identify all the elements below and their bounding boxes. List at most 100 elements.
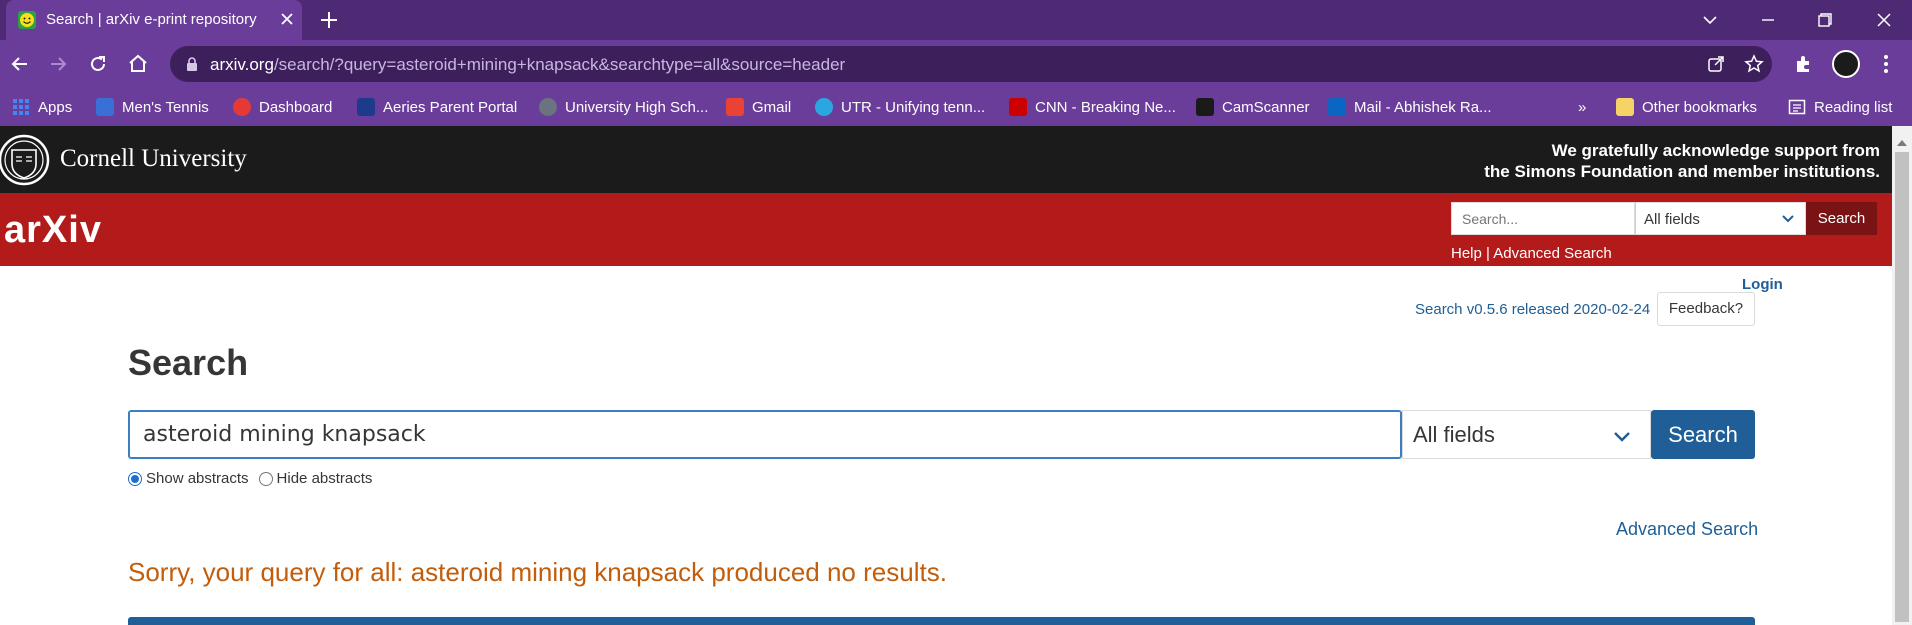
bookmark-label: UTR - Unifying tenn... bbox=[841, 98, 986, 116]
other-bookmarks-folder[interactable]: Other bookmarks bbox=[1616, 96, 1757, 118]
ack-line-2: the Simons Foundation and member institu… bbox=[1484, 162, 1880, 181]
header-search-box[interactable] bbox=[1451, 202, 1635, 235]
tab-search-chevron-icon[interactable] bbox=[1697, 7, 1723, 33]
bookmark-university-high[interactable]: University High Sch... bbox=[539, 96, 708, 118]
cnn-logo-icon bbox=[1009, 98, 1027, 116]
version-link[interactable]: Search v0.5.6 released 2020-02-24 bbox=[1415, 301, 1650, 318]
active-tab[interactable]: Search | arXiv e-print repository bbox=[6, 0, 302, 40]
bookmark-utr[interactable]: UTR - Unifying tenn... bbox=[815, 96, 985, 118]
chevron-down-icon bbox=[1781, 212, 1795, 226]
close-window-icon[interactable] bbox=[1871, 7, 1897, 33]
forward-icon[interactable] bbox=[46, 52, 70, 76]
arxiv-header: arXiv All fields Search Help | Advanced … bbox=[0, 193, 1892, 266]
arxiv-logo[interactable]: arXiv bbox=[4, 209, 102, 252]
no-results-message: Sorry, your query for all: asteroid mini… bbox=[128, 557, 947, 587]
bookmark-label: Other bookmarks bbox=[1642, 98, 1758, 116]
chevron-down-icon bbox=[1612, 427, 1632, 447]
reload-icon[interactable] bbox=[86, 52, 110, 76]
outlook-icon bbox=[1328, 98, 1346, 116]
header-advanced-search-link[interactable]: Advanced Search bbox=[1493, 245, 1611, 262]
bookmark-label: University High Sch... bbox=[565, 98, 709, 116]
cornell-university-name[interactable]: Cornell University bbox=[60, 145, 247, 173]
tab-strip: Search | arXiv e-print repository bbox=[0, 0, 1912, 40]
bookmark-label: Reading list bbox=[1814, 98, 1893, 116]
bookmark-label: CamScanner bbox=[1222, 98, 1310, 116]
restore-icon[interactable] bbox=[1812, 7, 1838, 33]
bookmarks-bar: Apps Men's Tennis Dashboard Aeries Paren… bbox=[0, 88, 1912, 126]
reading-list[interactable]: Reading list bbox=[1788, 96, 1892, 118]
menu-kebab-icon[interactable] bbox=[1874, 52, 1898, 76]
hide-abstracts-label[interactable]: Hide abstracts bbox=[277, 470, 373, 487]
bookmark-star-icon[interactable] bbox=[1744, 54, 1764, 74]
header-field-select[interactable]: All fields bbox=[1635, 202, 1806, 235]
main-search-input[interactable] bbox=[129, 411, 1401, 458]
tennis-site-icon bbox=[96, 98, 114, 116]
share-icon[interactable] bbox=[1706, 54, 1726, 74]
main-search-button[interactable]: Search bbox=[1651, 410, 1755, 459]
bookmark-label: CNN - Breaking Ne... bbox=[1035, 98, 1176, 116]
hide-abstracts-radio[interactable] bbox=[258, 471, 273, 486]
bookmark-label: Dashboard bbox=[259, 98, 333, 116]
bookmark-aeries[interactable]: Aeries Parent Portal bbox=[357, 96, 517, 118]
tab-title: Search | arXiv e-print repository bbox=[46, 11, 257, 28]
acknowledgement-text: We gratefully acknowledge support from t… bbox=[1484, 140, 1880, 182]
cornell-seal-icon[interactable] bbox=[0, 130, 52, 186]
help-link[interactable]: Help bbox=[1451, 245, 1482, 262]
bookmark-label: Apps bbox=[38, 98, 73, 116]
bookmark-mail[interactable]: Mail - Abhishek Ra... bbox=[1328, 96, 1492, 118]
results-footer-bar bbox=[128, 617, 1755, 625]
link-separator: | bbox=[1481, 245, 1494, 262]
bookmark-camscanner[interactable]: CamScanner bbox=[1196, 96, 1310, 118]
bookmark-label: Men's Tennis bbox=[122, 98, 209, 116]
bookmark-apps[interactable]: Apps bbox=[12, 96, 72, 118]
extensions-icon[interactable] bbox=[1792, 52, 1816, 76]
main-field-select-value: All fields bbox=[1413, 422, 1495, 447]
main-field-select[interactable]: All fields bbox=[1402, 410, 1651, 459]
scroll-thumb[interactable] bbox=[1895, 152, 1909, 622]
reading-list-icon bbox=[1788, 98, 1806, 116]
minimize-icon[interactable] bbox=[1755, 7, 1781, 33]
url-host: arxiv.org bbox=[210, 55, 274, 74]
show-abstracts-label[interactable]: Show abstracts bbox=[146, 470, 249, 487]
home-icon[interactable] bbox=[126, 52, 150, 76]
bookmark-label: Gmail bbox=[752, 98, 792, 116]
tab-close-icon[interactable] bbox=[278, 10, 296, 28]
main-search-box[interactable] bbox=[128, 410, 1402, 459]
header-search-input[interactable] bbox=[1452, 203, 1634, 234]
bookmarks-overflow-chevron[interactable]: » bbox=[1578, 96, 1586, 118]
profile-avatar[interactable] bbox=[1832, 50, 1860, 78]
page-scrollbar[interactable] bbox=[1892, 126, 1912, 625]
header-field-select-value: All fields bbox=[1644, 211, 1700, 228]
bookmark-mens-tennis[interactable]: Men's Tennis bbox=[96, 96, 209, 118]
page-title: Search bbox=[128, 342, 249, 383]
header-links: Help | Advanced Search bbox=[1451, 245, 1612, 262]
bookmark-dashboard[interactable]: Dashboard bbox=[233, 96, 332, 118]
abstracts-toggle: Show abstracts Hide abstracts bbox=[128, 470, 372, 487]
url-path: /search/?query=asteroid+mining+knapsack&… bbox=[273, 55, 846, 74]
apps-grid-icon bbox=[12, 98, 30, 116]
lock-icon[interactable] bbox=[184, 56, 200, 72]
bookmark-gmail[interactable]: Gmail bbox=[726, 96, 791, 118]
dashboard-icon bbox=[233, 98, 251, 116]
show-abstracts-radio[interactable] bbox=[128, 471, 142, 486]
web-page: Cornell University We gratefully acknowl… bbox=[0, 126, 1892, 625]
gmail-icon bbox=[726, 98, 744, 116]
school-logo-icon bbox=[539, 98, 557, 116]
bookmark-label: Mail - Abhishek Ra... bbox=[1354, 98, 1492, 116]
bookmark-cnn[interactable]: CNN - Breaking Ne... bbox=[1009, 96, 1176, 118]
scroll-up-arrow-icon[interactable] bbox=[1897, 140, 1907, 146]
ack-line-1: We gratefully acknowledge support from bbox=[1551, 141, 1880, 160]
back-icon[interactable] bbox=[8, 52, 32, 76]
address-bar[interactable]: arxiv.org/search/?query=asteroid+mining+… bbox=[170, 46, 1772, 82]
camscanner-icon bbox=[1196, 98, 1214, 116]
aeries-logo-icon bbox=[357, 98, 375, 116]
feedback-button[interactable]: Feedback? bbox=[1657, 292, 1755, 326]
advanced-search-link[interactable]: Advanced Search bbox=[1616, 519, 1758, 540]
folder-icon bbox=[1616, 98, 1634, 116]
browser-toolbar: arxiv.org/search/?query=asteroid+mining+… bbox=[0, 40, 1912, 88]
login-link[interactable]: Login bbox=[1742, 276, 1783, 293]
cornell-banner: Cornell University We gratefully acknowl… bbox=[0, 126, 1892, 193]
new-tab-icon[interactable] bbox=[318, 9, 340, 31]
header-search-button[interactable]: Search bbox=[1806, 202, 1877, 235]
bookmark-label: Aeries Parent Portal bbox=[383, 98, 518, 116]
